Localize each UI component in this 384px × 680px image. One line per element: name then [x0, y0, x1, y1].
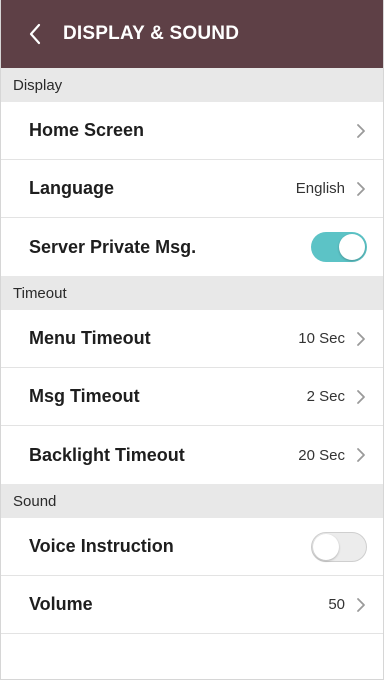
menu-timeout-value: 10 Sec [298, 330, 345, 347]
language-right: English [296, 180, 367, 198]
msg-timeout-label: Msg Timeout [29, 386, 140, 406]
server-private-msg-toggle[interactable] [311, 232, 367, 262]
voice-instruction-label: Voice Instruction [29, 536, 174, 556]
section-header-timeout: Timeout [1, 276, 383, 310]
section-header-display: Display [1, 68, 383, 102]
chevron-right-icon [355, 122, 367, 140]
msg-timeout-item[interactable]: Msg Timeout 2 Sec [1, 368, 383, 426]
chevron-right-icon [355, 180, 367, 198]
home-screen-item[interactable]: Home Screen [1, 102, 383, 160]
voice-instruction-toggle[interactable] [311, 531, 367, 562]
menu-timeout-label: Menu Timeout [29, 328, 151, 348]
backlight-timeout-item[interactable]: Backlight Timeout 20 Sec [1, 426, 383, 484]
server-private-msg-label: Server Private Msg. [29, 236, 197, 257]
menu-timeout-item[interactable]: Menu Timeout 10 Sec [1, 310, 383, 368]
toggle-knob [339, 234, 365, 260]
volume-label: Volume [29, 594, 93, 614]
msg-timeout-value: 2 Sec [306, 388, 345, 405]
backlight-timeout-right: 20 Sec [298, 446, 367, 464]
server-private-msg-item: Server Private Msg. [1, 218, 383, 276]
back-button[interactable] [23, 19, 47, 49]
backlight-timeout-value: 20 Sec [298, 446, 345, 464]
header-bar: DISPLAY & SOUND [1, 0, 383, 68]
language-label: Language [29, 178, 115, 198]
language-item[interactable]: Language English [1, 160, 383, 218]
volume-value: 50 [328, 596, 345, 613]
chevron-right-icon [355, 330, 367, 348]
msg-timeout-right: 2 Sec [307, 388, 367, 406]
voice-instruction-item: Voice Instruction [1, 518, 383, 576]
chevron-right-icon [355, 388, 367, 406]
toggle-knob [313, 533, 339, 560]
backlight-timeout-label: Backlight Timeout [29, 444, 185, 465]
home-screen-label: Home Screen [29, 120, 145, 140]
language-value: English [295, 180, 345, 197]
menu-timeout-right: 10 Sec [298, 330, 367, 348]
chevron-right-icon [355, 596, 367, 614]
chevron-left-icon [29, 23, 41, 45]
page-title: DISPLAY & SOUND [63, 23, 240, 44]
display-sound-screen: DISPLAY & SOUND Display Home Screen Lang… [0, 0, 384, 680]
volume-item[interactable]: Volume 50 [1, 576, 383, 634]
chevron-right-icon [355, 446, 367, 464]
section-header-sound: Sound [1, 484, 383, 518]
volume-right: 50 [328, 596, 367, 614]
home-screen-right [355, 122, 367, 140]
